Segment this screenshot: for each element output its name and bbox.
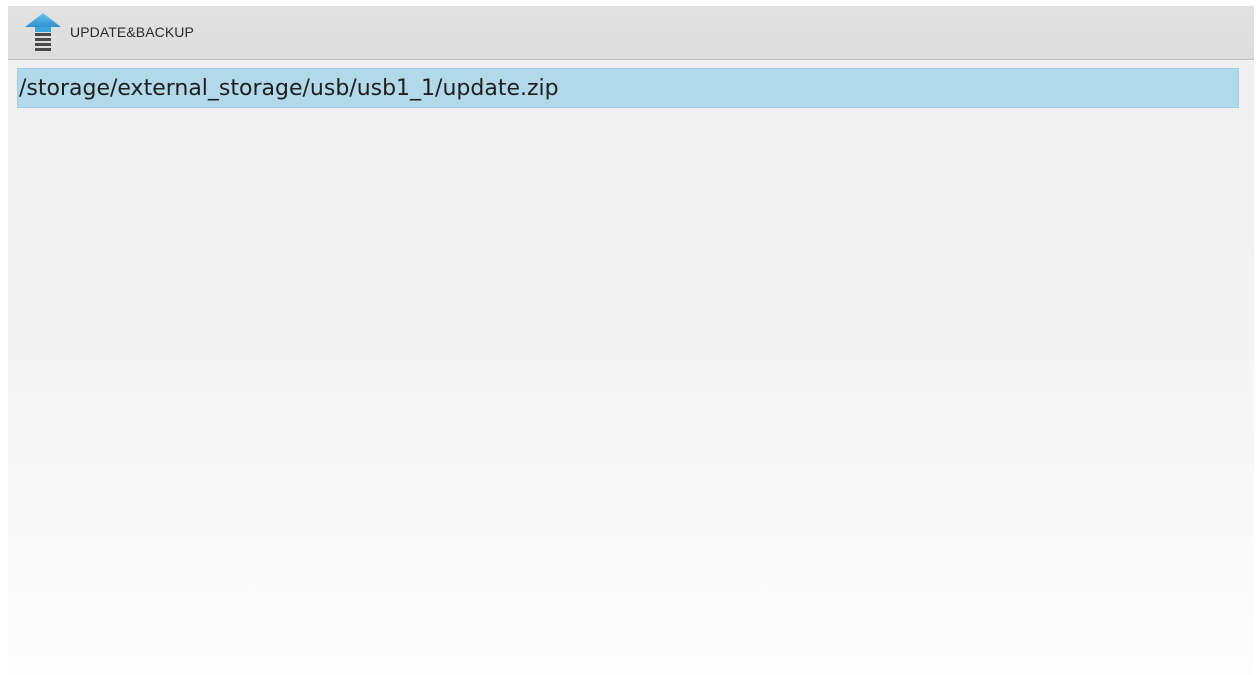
upload-arrow-icon bbox=[25, 13, 61, 51]
update-backup-icon[interactable] bbox=[24, 12, 62, 52]
file-list: /storage/external_storage/usb/usb1_1/upd… bbox=[17, 68, 1239, 108]
file-path: /storage/external_storage/usb/usb1_1/upd… bbox=[19, 76, 559, 101]
app-title: UPDATE&BACKUP bbox=[70, 24, 194, 40]
update-backup-screen: UPDATE&BACKUP /storage/external_storage/… bbox=[8, 6, 1254, 675]
file-list-item[interactable]: /storage/external_storage/usb/usb1_1/upd… bbox=[17, 68, 1239, 108]
action-bar: UPDATE&BACKUP bbox=[8, 6, 1254, 60]
